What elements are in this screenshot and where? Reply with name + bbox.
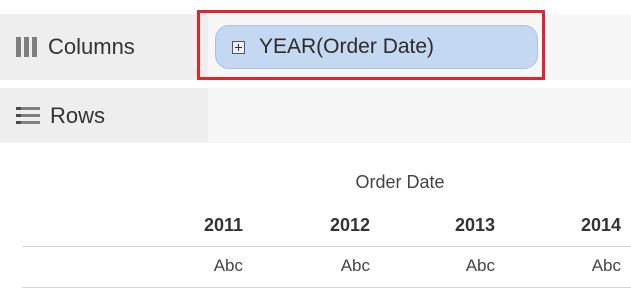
cell-2012[interactable]: Abc: [290, 256, 370, 276]
row-divider: [22, 287, 631, 288]
tableau-view: Columns Rows YEAR(Order Date) Order Date…: [0, 0, 631, 295]
rows-drop-zone[interactable]: [208, 88, 631, 143]
rows-shelf: Rows: [0, 88, 631, 143]
rows-shelf-label-area: Rows: [0, 88, 208, 143]
rows-label: Rows: [50, 102, 106, 128]
column-header-order-date: Order Date: [355, 172, 445, 192]
year-header-2014[interactable]: 2014: [541, 215, 621, 236]
columns-shelf-label-area: Columns: [0, 14, 208, 80]
cell-2011[interactable]: Abc: [163, 256, 243, 276]
columns-label: Columns: [48, 34, 135, 59]
year-header-2011[interactable]: 2011: [163, 215, 243, 236]
year-header-2012[interactable]: 2012: [290, 215, 370, 236]
columns-icon: [16, 37, 38, 57]
highlight-annotation-box: [197, 10, 545, 80]
cell-2014[interactable]: Abc: [541, 256, 621, 276]
header-divider: [22, 246, 631, 247]
year-header-2013[interactable]: 2013: [415, 215, 495, 236]
rows-icon: [16, 106, 40, 125]
cell-2013[interactable]: Abc: [415, 256, 495, 276]
